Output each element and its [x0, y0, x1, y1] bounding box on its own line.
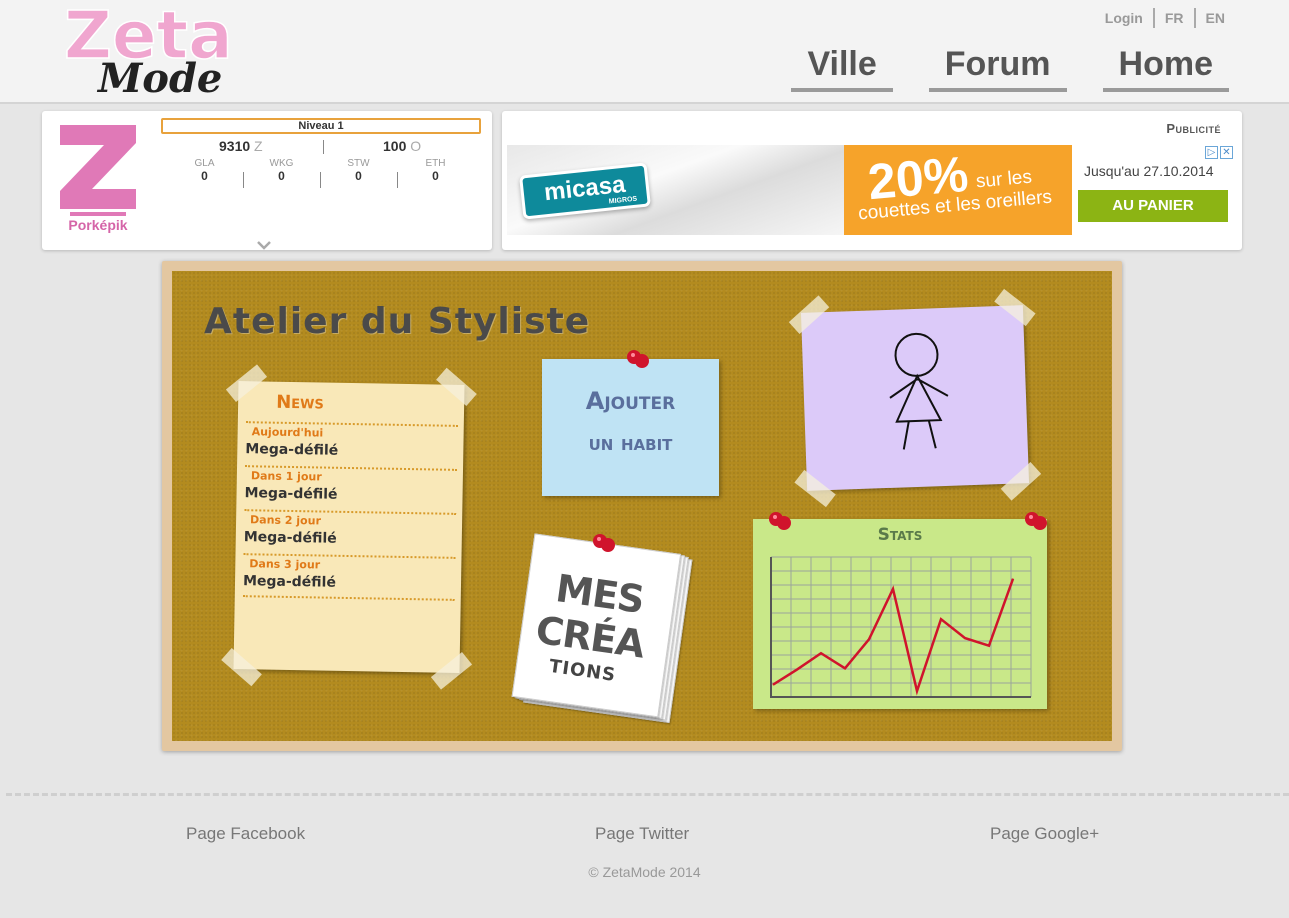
- data-point: [844, 667, 846, 669]
- lang-fr-link[interactable]: FR: [1152, 8, 1194, 28]
- twitter-link[interactable]: Page Twitter: [595, 824, 689, 844]
- profile-panel: Porképik Niveau 1 9310 Z 100 O GLA 0 WKG 0…: [42, 111, 492, 250]
- pin-icon: [769, 512, 791, 530]
- add-line-2: un habit: [588, 431, 673, 456]
- ad-choices[interactable]: ▷ ✕: [1205, 146, 1233, 159]
- stats-note[interactable]: Stats: [753, 519, 1047, 709]
- ad-panel: Publicité micasa MIGROS 20% sur les couet…: [502, 111, 1242, 250]
- data-point: [772, 684, 774, 686]
- data-point: [1012, 578, 1014, 580]
- pin-icon: [1025, 512, 1047, 530]
- top-links: Login FR EN: [1095, 8, 1235, 28]
- z-currency: 9310 Z: [219, 138, 263, 154]
- stats-row: GLA 0 WKG 0 STW 0 ETH 0: [166, 158, 474, 188]
- news-list: Aujourd'hui Mega-défilé Dans 1 jour Mega-d…: [242, 421, 458, 601]
- zetamode-logo[interactable]: Zeta Mode: [60, 0, 260, 100]
- ad-cart-button[interactable]: AU PANIER: [1078, 190, 1228, 222]
- cork-board: Atelier du Styliste News Aujourd'hui Mega…: [162, 261, 1122, 751]
- level-bar: Niveau 1: [161, 118, 481, 134]
- stat-gla: GLA 0: [194, 158, 215, 183]
- nav-ville[interactable]: Ville: [791, 44, 893, 92]
- data-point: [796, 669, 798, 671]
- ad-until: Jusqu'au 27.10.2014: [1084, 163, 1214, 179]
- svg-text:Mode: Mode: [96, 55, 222, 100]
- stat-eth: ETH 0: [397, 158, 474, 188]
- facebook-link[interactable]: Page Facebook: [186, 824, 305, 844]
- lang-en-link[interactable]: EN: [1193, 8, 1235, 28]
- stats-chart: [770, 556, 1032, 698]
- login-link[interactable]: Login: [1095, 8, 1153, 28]
- site-header: Zeta Mode Login FR EN Ville Forum Home: [0, 0, 1289, 104]
- tape: [430, 652, 473, 690]
- data-point: [940, 618, 942, 620]
- my-creations-note[interactable]: MES CRÉA TIONS: [511, 533, 693, 724]
- news-title: News: [275, 391, 324, 414]
- news-item[interactable]: Aujourd'hui Mega-défilé: [245, 421, 458, 469]
- ad-close-icon[interactable]: ✕: [1220, 146, 1233, 159]
- data-point: [988, 645, 990, 647]
- stick-figure-icon: [889, 332, 949, 450]
- add-outfit-note[interactable]: Ajouter un habit: [542, 359, 719, 496]
- player-name[interactable]: Porképik: [42, 217, 154, 233]
- data-point: [820, 652, 822, 654]
- tape: [436, 367, 477, 407]
- footer-divider: [6, 793, 1289, 796]
- chevron-down-icon[interactable]: [256, 235, 272, 250]
- currency-row: 9310 Z 100 O: [161, 138, 481, 156]
- tape: [225, 364, 268, 402]
- nav-forum[interactable]: Forum: [928, 44, 1067, 92]
- board-title: Atelier du Styliste: [204, 301, 591, 342]
- mannequin-note[interactable]: [788, 288, 1042, 508]
- nav-home[interactable]: Home: [1102, 44, 1229, 92]
- o-currency: 100 O: [383, 138, 422, 154]
- news-item[interactable]: Dans 2 jour Mega-défilé: [243, 509, 457, 557]
- ad-banner[interactable]: micasa MIGROS 20% sur les couettes et les…: [507, 145, 1235, 235]
- ad-label: Publicité: [1166, 121, 1221, 136]
- main-nav: Ville Forum Home: [791, 44, 1229, 92]
- news-item[interactable]: Dans 1 jour Mega-défilé: [244, 465, 458, 513]
- stats-title: Stats: [877, 525, 923, 545]
- news-item[interactable]: Dans 3 jour Mega-défilé: [242, 553, 456, 601]
- stat-wkg: WKG 0: [243, 158, 320, 188]
- tape: [221, 647, 262, 687]
- data-point: [964, 637, 966, 639]
- data-point: [868, 638, 870, 640]
- stat-stw: STW 0: [320, 158, 397, 188]
- pin-icon: [593, 534, 615, 552]
- data-point: [892, 588, 894, 590]
- series-line: [772, 578, 1015, 696]
- add-line-1: Ajouter: [585, 387, 676, 415]
- avatar[interactable]: [56, 119, 140, 219]
- news-note[interactable]: News Aujourd'hui Mega-défilé Dans 1 jour M…: [221, 364, 477, 690]
- ad-info-icon[interactable]: ▷: [1205, 146, 1218, 159]
- copyright: © ZetaMode 2014: [588, 864, 701, 880]
- pin-icon: [627, 350, 649, 368]
- data-point: [916, 690, 918, 692]
- google-link[interactable]: Page Google+: [990, 824, 1099, 844]
